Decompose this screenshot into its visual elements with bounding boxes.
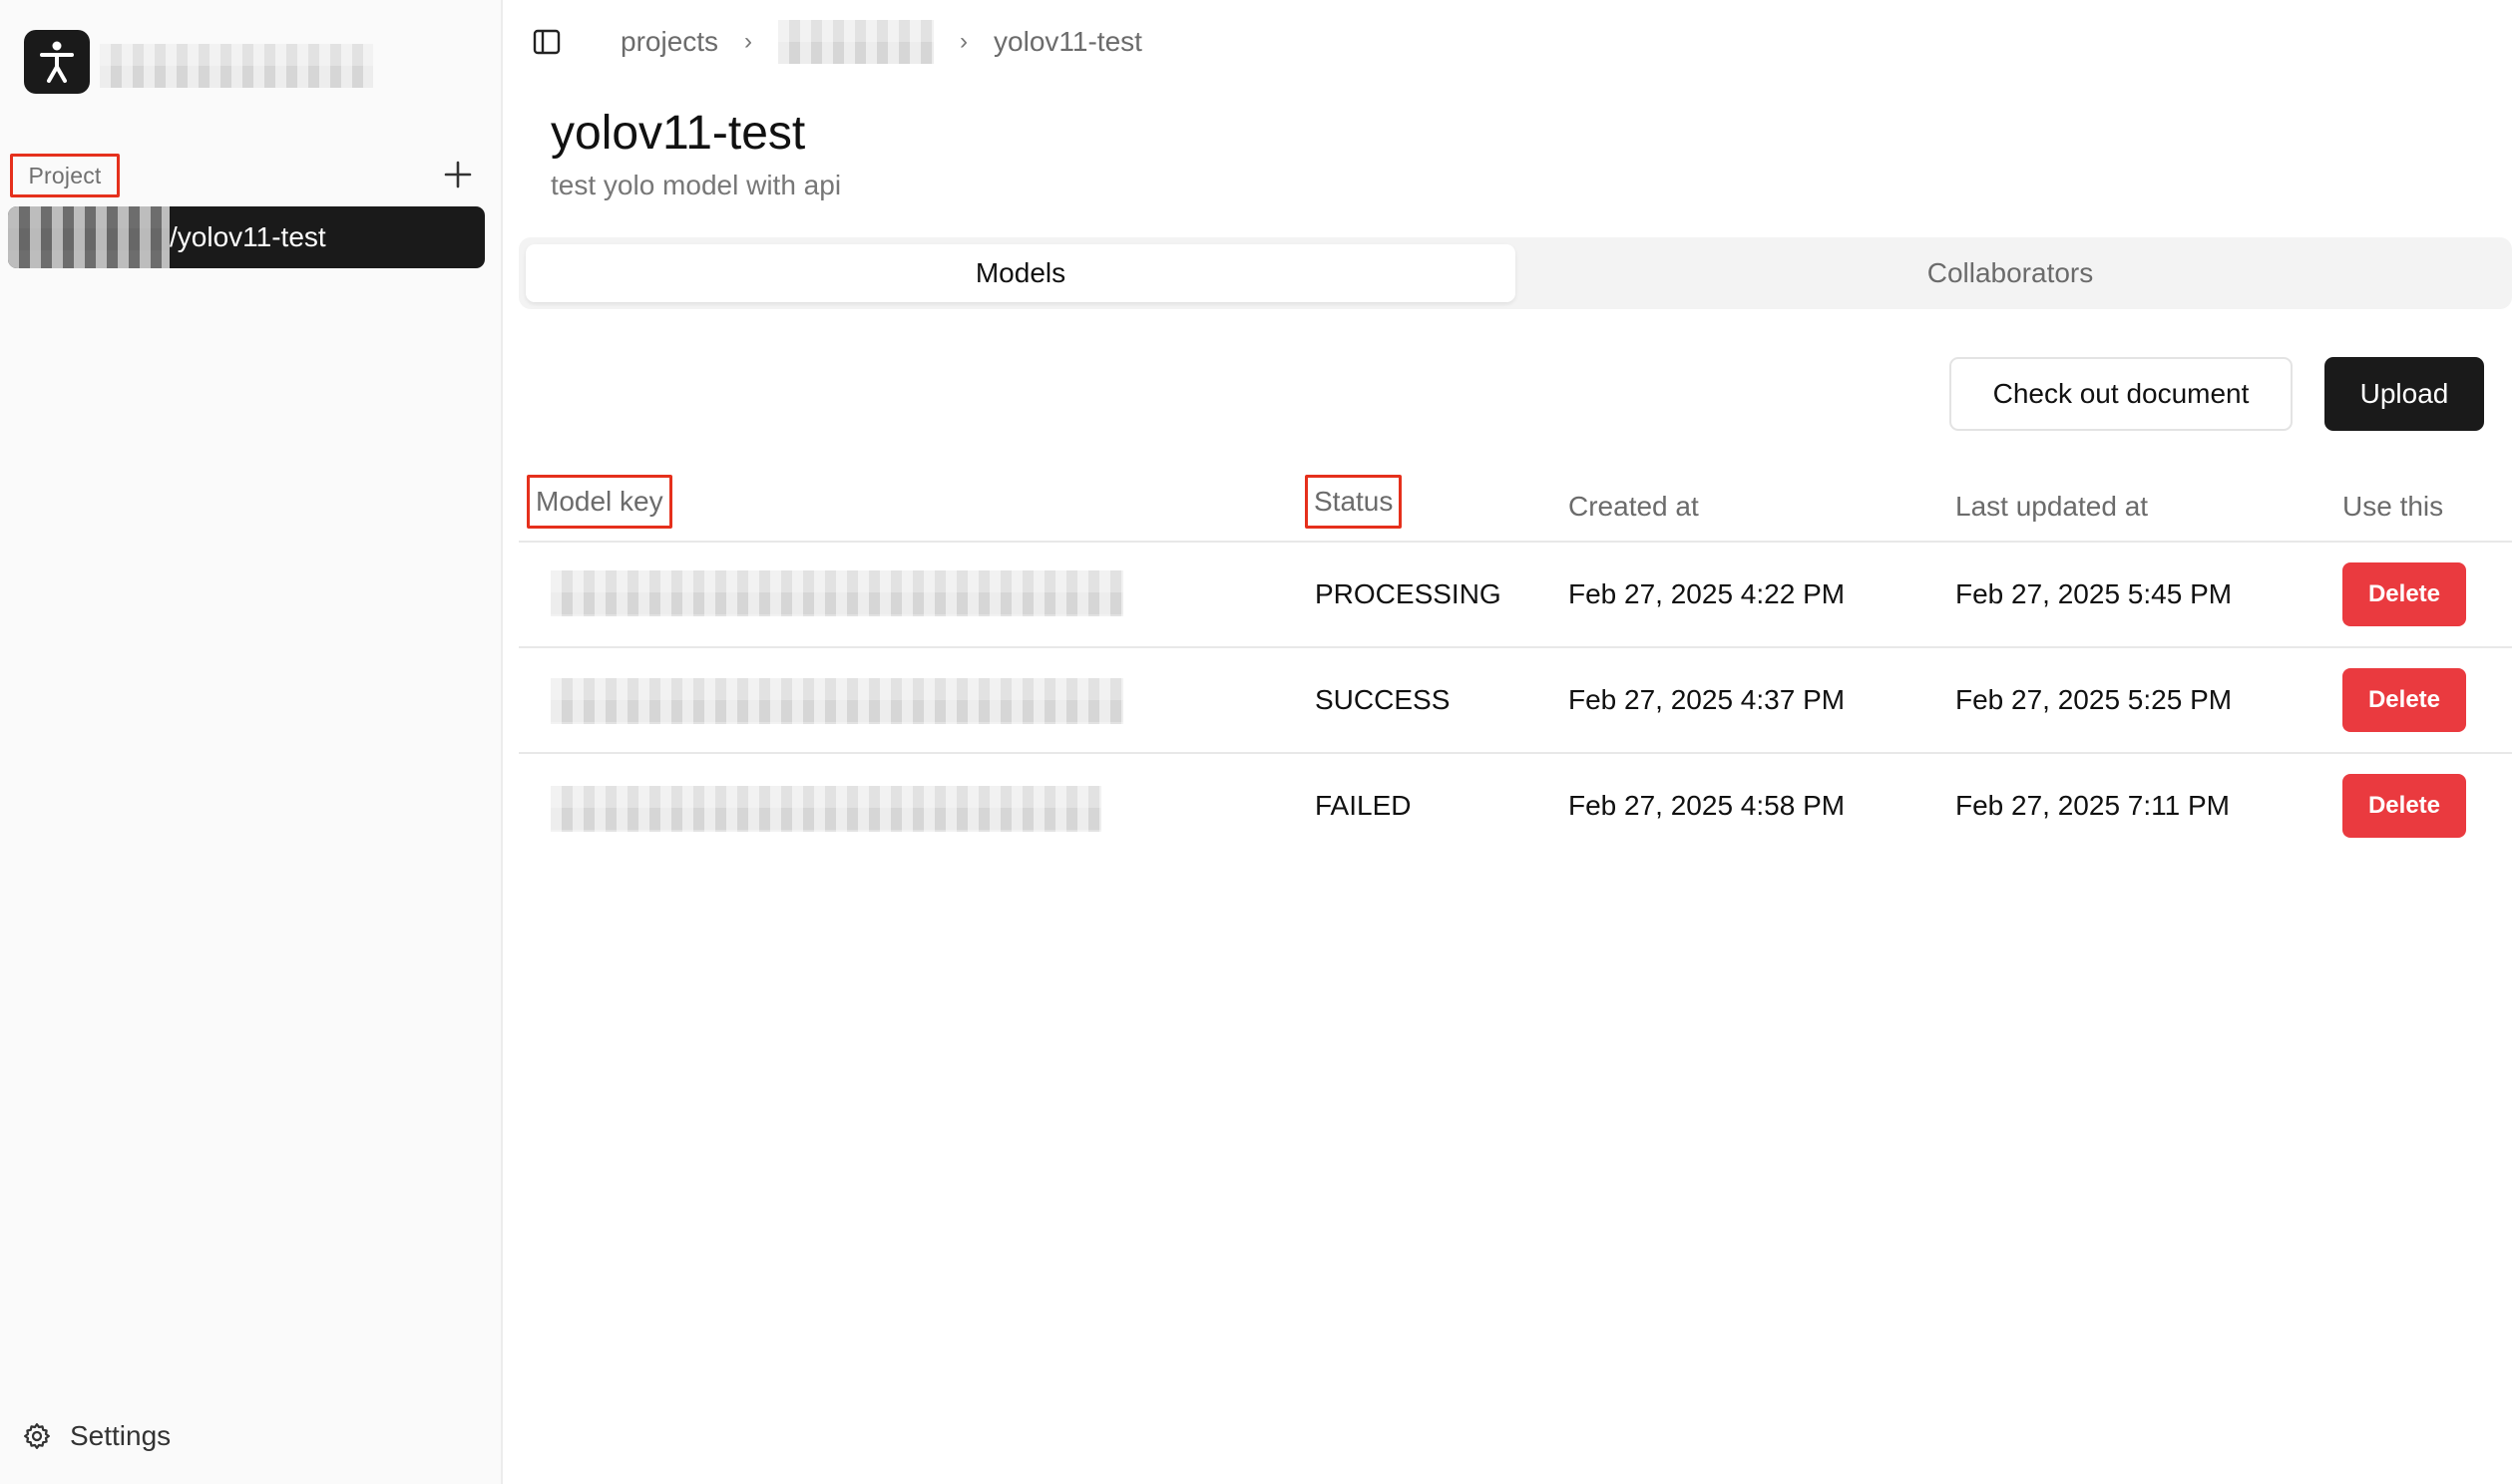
row-created-at: Feb 27, 2025 4:37 PM	[1568, 684, 1846, 715]
gear-icon	[24, 1423, 50, 1449]
breadcrumb: projects › › yolov11-test	[531, 20, 1142, 64]
redacted-brand-name	[100, 44, 373, 88]
row-status: PROCESSING	[1315, 578, 1501, 609]
chevron-right-icon: ›	[960, 28, 969, 55]
tab-collaborators[interactable]: Collaborators	[1515, 244, 2505, 302]
divider	[519, 752, 2512, 754]
row-created-at: Feb 27, 2025 4:58 PM	[1568, 790, 1846, 821]
plus-icon[interactable]	[441, 158, 475, 191]
row-updated-at: Feb 27, 2025 5:25 PM	[1955, 684, 2233, 715]
accessibility-person-icon	[40, 41, 74, 83]
settings-link[interactable]: Settings	[22, 1420, 171, 1452]
column-header-model-key: Model key	[527, 475, 672, 529]
tab-models[interactable]: Models	[526, 244, 1515, 302]
breadcrumb-projects-link[interactable]: projects	[621, 26, 718, 58]
settings-label: Settings	[70, 1420, 172, 1451]
breadcrumb-current: yolov11-test	[994, 26, 1142, 57]
tab-bar: Models Collaborators	[519, 237, 2512, 309]
column-header-use-this: Use this	[2342, 491, 2444, 522]
delete-button[interactable]: Delete	[2342, 562, 2466, 626]
redacted-model-key	[551, 678, 1123, 724]
delete-button[interactable]: Delete	[2342, 668, 2466, 732]
redacted-project-owner	[8, 206, 170, 268]
sidebar: Project /yolov11-test Settings	[0, 0, 503, 1484]
page-title: yolov11-test	[551, 107, 806, 160]
sidebar-toggle-icon[interactable]	[531, 26, 563, 58]
sidebar-item-project[interactable]: /yolov11-test	[8, 206, 485, 268]
sidebar-item-label: /yolov11-test	[170, 221, 326, 252]
chevron-right-icon: ›	[744, 28, 753, 55]
check-out-document-button[interactable]: Check out document	[1949, 357, 2293, 431]
page-subtitle: test yolo model with api	[551, 170, 842, 200]
row-updated-at: Feb 27, 2025 7:11 PM	[1955, 790, 2230, 821]
row-status: SUCCESS	[1315, 684, 1451, 715]
divider	[519, 646, 2512, 648]
row-created-at: Feb 27, 2025 4:22 PM	[1568, 578, 1846, 609]
project-section-label: Project	[10, 154, 120, 197]
redacted-model-key	[551, 570, 1123, 616]
column-header-status: Status	[1305, 475, 1403, 529]
divider	[519, 541, 2512, 543]
row-status: FAILED	[1315, 790, 1412, 821]
delete-button[interactable]: Delete	[2342, 774, 2466, 838]
redacted-model-key	[551, 786, 1101, 832]
column-header-last-updated-at: Last updated at	[1955, 491, 2149, 522]
row-updated-at: Feb 27, 2025 5:45 PM	[1955, 578, 2233, 609]
upload-button[interactable]: Upload	[2324, 357, 2484, 431]
column-header-created-at: Created at	[1568, 491, 1699, 522]
breadcrumb-redacted-link[interactable]	[778, 20, 935, 64]
app-logo[interactable]	[24, 30, 90, 94]
